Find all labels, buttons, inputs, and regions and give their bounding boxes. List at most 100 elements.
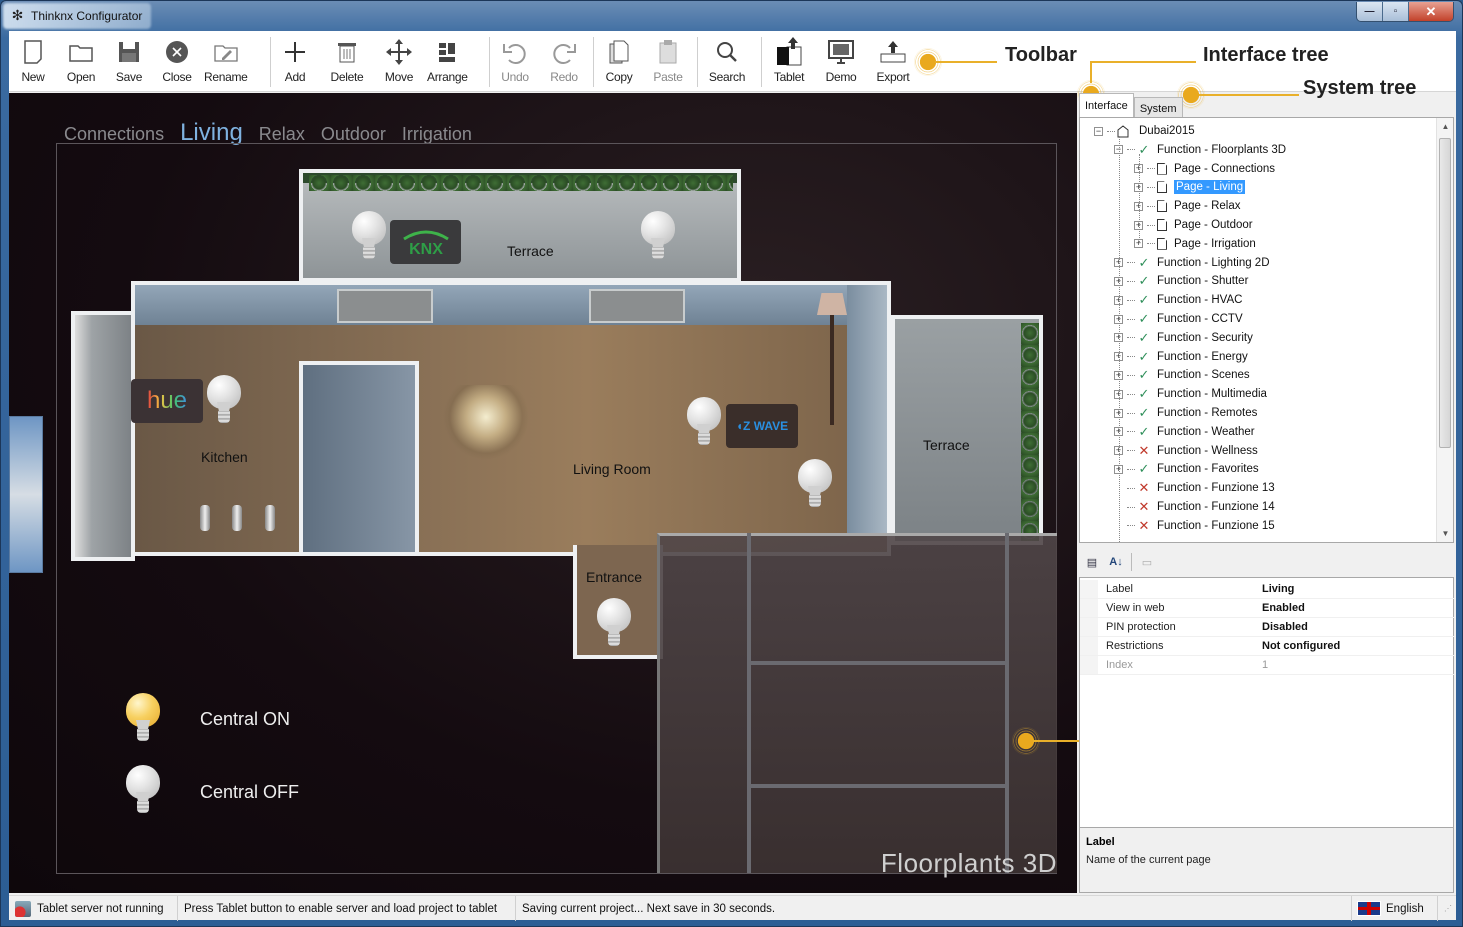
scroll-down-arrow-icon[interactable]: ▼	[1437, 525, 1453, 542]
tree-root[interactable]: − Dubai2015	[1094, 122, 1195, 140]
tree-item-function[interactable]: + ✓ Function - Weather	[1114, 423, 1255, 441]
redo-button[interactable]: Redo	[544, 37, 584, 89]
language-selector[interactable]: English	[1352, 896, 1438, 921]
tree-item-function[interactable]: + ✓ Function - Remotes	[1114, 404, 1257, 422]
tree-scrollbar[interactable]: ▲ ▼	[1436, 118, 1453, 542]
light-bulb-icon[interactable]	[641, 211, 675, 261]
tree-item-function[interactable]: + ✓ Function - Lighting 2D	[1114, 254, 1270, 272]
categorized-view-icon[interactable]: ▤	[1083, 553, 1101, 571]
delete-button[interactable]: Delete	[327, 37, 367, 89]
floppy-icon	[109, 37, 149, 67]
tree-item-page[interactable]: + Page - Connections	[1134, 160, 1275, 178]
bedroom-divider-1	[747, 533, 751, 873]
close-button[interactable]: Close	[157, 37, 197, 89]
property-value[interactable]: Disabled	[1258, 621, 1308, 633]
open-button[interactable]: Open	[61, 37, 101, 89]
tree-item-page[interactable]: + Page - Living	[1134, 178, 1246, 196]
property-value[interactable]: Enabled	[1258, 602, 1305, 614]
trash-icon	[327, 37, 367, 67]
tree-item-function[interactable]: ✕ Function - Funzione 14	[1114, 498, 1275, 516]
arrange-button[interactable]: Arrange	[427, 37, 468, 89]
spotlight-icon[interactable]	[200, 505, 210, 531]
tree-item-function[interactable]: + ✓ Function - Favorites	[1114, 460, 1259, 478]
page-tab-outdoor[interactable]: Outdoor	[321, 124, 386, 145]
tab-system[interactable]: System	[1133, 97, 1183, 117]
export-button[interactable]: Export	[873, 37, 913, 89]
spotlight-icon[interactable]	[265, 505, 275, 531]
knx-logo[interactable]: KNX	[390, 220, 461, 264]
page-tab-irrigation[interactable]: Irrigation	[402, 124, 472, 145]
tree-item-function[interactable]: + ✓ Function - Energy	[1114, 348, 1248, 366]
light-bulb-icon[interactable]	[207, 375, 241, 425]
add-button[interactable]: Add	[275, 37, 315, 89]
tree-item-function[interactable]: + ✓ Function - HVAC	[1114, 291, 1242, 309]
window-top-1	[337, 289, 433, 323]
scroll-thumb[interactable]	[1439, 138, 1451, 448]
rename-button[interactable]: Rename	[204, 37, 248, 89]
tree-item-page[interactable]: + Page - Irrigation	[1134, 235, 1256, 253]
central-on-label[interactable]: Central ON	[200, 709, 290, 730]
side-panel-handle[interactable]	[9, 416, 43, 573]
interface-tree[interactable]: ▲ ▼ − Dubai2015− ✓ Function - Floorplants 3…	[1079, 117, 1454, 543]
spotlight-icon[interactable]	[232, 505, 242, 531]
tree-item-function[interactable]: ✕ Function - Funzione 15	[1114, 517, 1275, 535]
central-on-bulb-icon[interactable]	[126, 693, 160, 743]
property-help-panel: Label Name of the current page	[1079, 827, 1454, 893]
property-row[interactable]: Restrictions Not configured	[1080, 637, 1454, 656]
page-tab-relax[interactable]: Relax	[259, 124, 305, 145]
hue-logo[interactable]: hue	[131, 379, 203, 423]
page-tab-connections[interactable]: Connections	[64, 124, 164, 145]
check-icon: ✓	[1138, 254, 1150, 270]
property-row[interactable]: Label Living	[1080, 580, 1454, 599]
resize-grip[interactable]: ⋰	[1438, 896, 1456, 921]
tree-item-function[interactable]: + ✓ Function - Scenes	[1114, 366, 1250, 384]
tablet-button[interactable]: Tablet	[769, 37, 809, 89]
undo-button[interactable]: Undo	[495, 37, 535, 89]
chandelier-icon[interactable]	[441, 385, 531, 465]
tree-item-function[interactable]: + ✓ Function - Security	[1114, 329, 1253, 347]
redo-label: Redo	[550, 70, 578, 84]
paste-button[interactable]: Paste	[648, 37, 688, 89]
property-row[interactable]: View in web Enabled	[1080, 599, 1454, 618]
demo-button[interactable]: Demo	[821, 37, 861, 89]
close-circle-icon	[157, 37, 197, 67]
property-value[interactable]: Not configured	[1258, 640, 1340, 652]
close-window-button[interactable]: ✕	[1409, 2, 1453, 21]
property-value[interactable]: Living	[1258, 583, 1294, 595]
copy-button[interactable]: Copy	[599, 37, 639, 89]
tree-item-page[interactable]: + Page - Outdoor	[1134, 216, 1253, 234]
search-button[interactable]: Search	[707, 37, 747, 89]
light-bulb-icon[interactable]	[597, 598, 631, 648]
new-button[interactable]: New	[13, 37, 53, 89]
light-bulb-icon[interactable]	[687, 397, 721, 447]
interface-preview[interactable]: Connections Living Relax Outdoor Irrigation …	[9, 93, 1077, 893]
tree-item-function[interactable]: + ✓ Function - Shutter	[1114, 272, 1248, 290]
move-label: Move	[384, 70, 414, 84]
property-value[interactable]: 1	[1258, 659, 1268, 671]
tree-item-function[interactable]: ✕ Function - Funzione 13	[1114, 479, 1275, 497]
central-off-bulb-icon[interactable]	[126, 765, 160, 815]
property-row[interactable]: Index 1	[1080, 656, 1454, 675]
collapse-icon[interactable]: −	[1094, 126, 1103, 136]
tree-item-function[interactable]: + ✕ Function - Wellness	[1114, 442, 1258, 460]
tree-item-page[interactable]: + Page - Relax	[1134, 197, 1240, 215]
light-bulb-icon[interactable]	[798, 459, 832, 509]
tab-interface[interactable]: Interface	[1079, 93, 1134, 117]
minimize-button[interactable]: —	[1357, 2, 1383, 21]
light-bulb-icon[interactable]	[352, 211, 386, 261]
toolbar-callout-label: Toolbar	[1005, 44, 1077, 66]
sort-alphabetical-icon[interactable]: A↓	[1107, 553, 1125, 571]
tree-item-function[interactable]: + ✓ Function - Multimedia	[1114, 385, 1267, 403]
scroll-up-arrow-icon[interactable]: ▲	[1437, 118, 1453, 135]
tree-item-function[interactable]: + ✓ Function - CCTV	[1114, 310, 1243, 328]
move-button[interactable]: Move	[379, 37, 419, 89]
maximize-button[interactable]: ▫	[1383, 2, 1409, 21]
search-icon	[707, 37, 747, 67]
central-off-label[interactable]: Central OFF	[200, 782, 299, 803]
property-pages-icon[interactable]: ▭	[1138, 553, 1156, 571]
toolbar-separator	[270, 37, 271, 87]
page-icon	[1157, 162, 1167, 175]
property-row[interactable]: PIN protection Disabled	[1080, 618, 1454, 637]
zwave-logo[interactable]: ◖Z WAVE	[726, 404, 798, 448]
save-button[interactable]: Save	[109, 37, 149, 89]
